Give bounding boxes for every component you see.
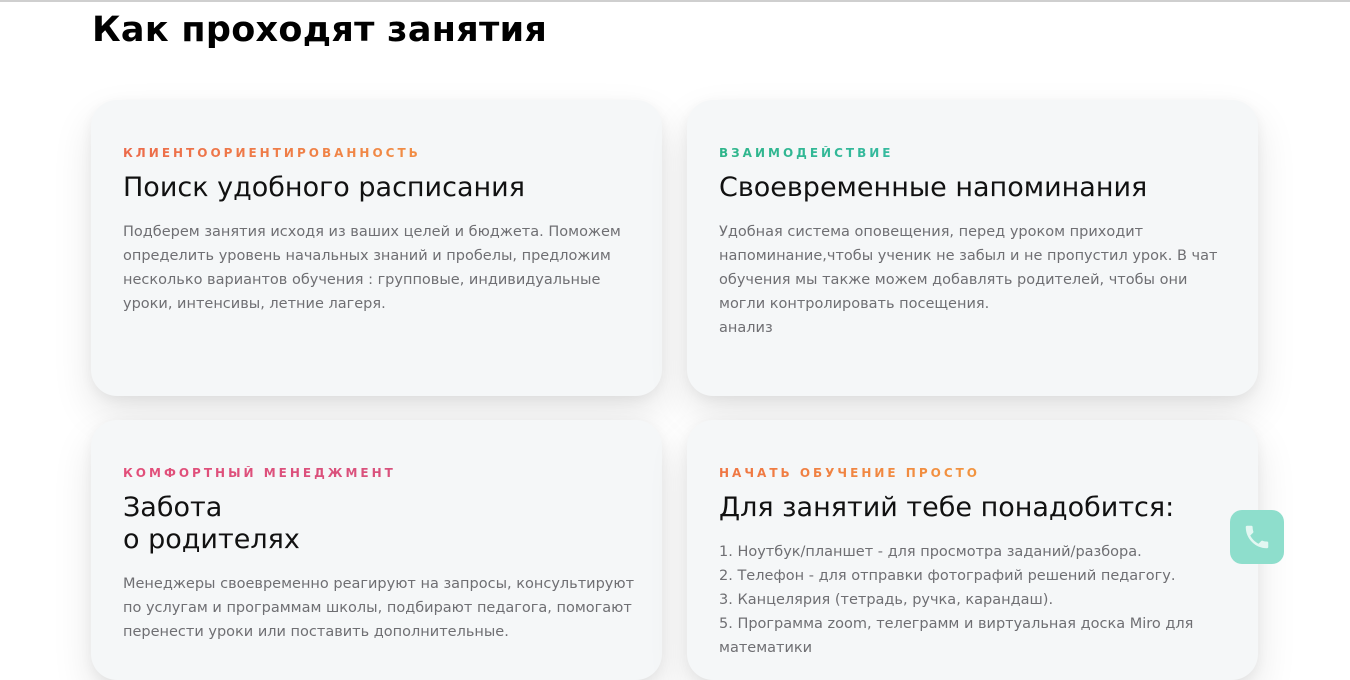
card-requirements: начать обучение просто Для занятий тебе … — [687, 420, 1258, 680]
card-description: Удобная система оповещения, перед уроком… — [719, 220, 1219, 340]
card-title-line: о родителях — [123, 524, 300, 555]
card-text-line: 2. Телефон - для отправки фотографий реш… — [719, 568, 1176, 584]
card-text-line: несколько вариантов обучения : групповые… — [123, 272, 601, 288]
card-text-line: перенести уроки или поставить дополнител… — [123, 624, 509, 640]
card-description: Подберем занятия исходя из ваших целей и… — [123, 220, 623, 316]
page-title: Как проходят занятия — [92, 10, 548, 50]
card-title: Забота о родителях — [123, 492, 630, 556]
card-text-line: Подберем занятия исходя из ваших целей и… — [123, 224, 621, 240]
card-title: Поиск удобного расписания — [123, 172, 525, 203]
card-description: Менеджеры своевременно реагируют на запр… — [123, 572, 635, 644]
card-title: Своевременные напоминания — [719, 172, 1148, 203]
card-title: Для занятий тебе понадобится: — [719, 492, 1175, 523]
card-parents: комфортный менеджмент Забота о родителях… — [91, 420, 662, 680]
card-text-line: определить уровень начальных знаний и пр… — [123, 248, 611, 264]
card-text-line: Менеджеры своевременно реагируют на запр… — [123, 576, 635, 592]
card-text-line: 1. Ноутбук/планшет - для просмотра задан… — [719, 544, 1142, 560]
card-tag: комфортный менеджмент — [123, 466, 630, 480]
phone-call-button[interactable] — [1230, 510, 1284, 564]
card-tag: клиентоориентированность — [123, 146, 630, 160]
card-text-line: обучения мы также можем добавлять родите… — [719, 272, 1188, 288]
card-text-line: математики — [719, 640, 813, 656]
card-schedule: клиентоориентированность Поиск удобного … — [91, 100, 662, 396]
card-text-line: 5. Программа zoom, телеграмм и виртуальн… — [719, 616, 1194, 632]
card-text-line: уроки, интенсивы, летние лагеря. — [123, 296, 386, 312]
card-text-line: напоминание,чтобы ученик не забыл и не п… — [719, 248, 1218, 264]
card-tag: начать обучение просто — [719, 466, 1226, 480]
phone-icon — [1245, 525, 1269, 549]
card-text-line: анализ — [719, 320, 773, 336]
card-text-line: по услугам и программам школы, подбирают… — [123, 600, 632, 616]
card-tag: взаимодействие — [719, 146, 1226, 160]
card-text-line: могли контролировать посещения. — [719, 296, 990, 312]
card-reminders: взаимодействие Своевременные напоминания… — [687, 100, 1258, 396]
card-description: 1. Ноутбук/планшет - для просмотра задан… — [719, 540, 1219, 660]
card-text-line: 3. Канцелярия (тетрадь, ручка, карандаш)… — [719, 592, 1054, 608]
card-title-line: Забота — [123, 492, 223, 523]
top-border — [0, 0, 1350, 2]
card-text-line: Удобная система оповещения, перед уроком… — [719, 224, 1144, 240]
